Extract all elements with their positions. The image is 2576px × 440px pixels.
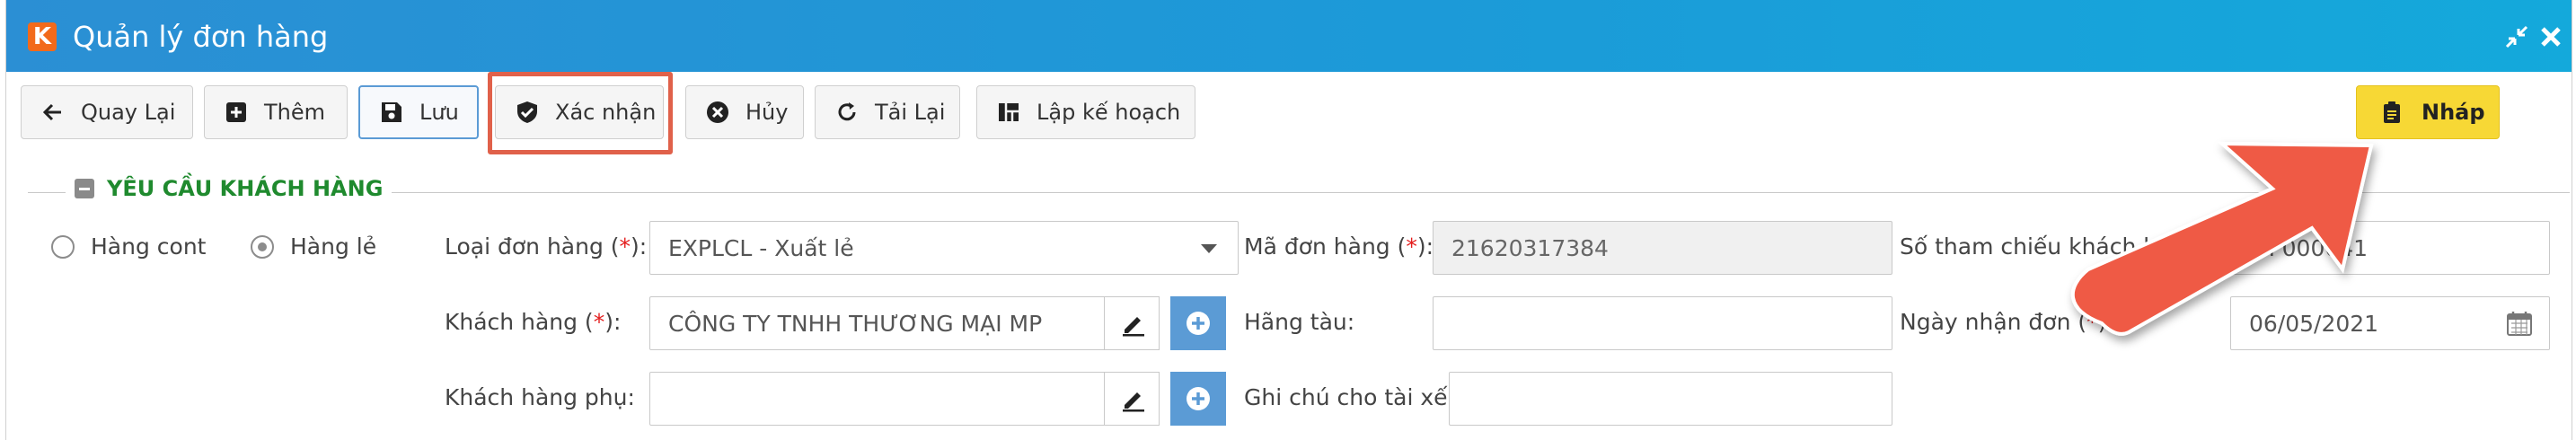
calendar-icon[interactable] bbox=[2506, 310, 2533, 337]
order-type-select[interactable]: EXPLCL - Xuất lẻ bbox=[649, 221, 1239, 275]
cancel-button[interactable]: Hủy bbox=[685, 85, 804, 139]
radio-hang-le-label: Hàng lẻ bbox=[290, 233, 377, 260]
title-bar: K Quản lý đơn hàng bbox=[6, 0, 2572, 72]
shipping-line-label: Hãng tàu: bbox=[1244, 309, 1355, 335]
confirm-highlight-box bbox=[488, 72, 673, 154]
received-date-label: Ngày nhận đơn (*): bbox=[1900, 309, 2114, 335]
shipping-line-input[interactable] bbox=[1433, 296, 1892, 350]
floppy-disk-icon bbox=[382, 102, 401, 122]
section-title: YÊU CẦU KHÁCH HÀNG bbox=[107, 176, 384, 201]
driver-note-input[interactable] bbox=[1449, 372, 1892, 426]
customer-ref-value: MP000041 bbox=[2249, 234, 2369, 261]
section-divider bbox=[28, 192, 2570, 193]
radio-hang-cont[interactable] bbox=[51, 235, 75, 259]
sub-customer-add-button[interactable] bbox=[1170, 372, 1226, 426]
close-icon[interactable] bbox=[2537, 23, 2564, 50]
order-code-label: Mã đơn hàng (*): bbox=[1244, 233, 1434, 260]
cancel-label: Hủy bbox=[745, 100, 789, 125]
plan-button[interactable]: Lập kế hoạch bbox=[976, 85, 1195, 139]
refresh-icon bbox=[838, 102, 856, 121]
add-button[interactable]: Thêm bbox=[204, 85, 348, 139]
received-date-value: 06/05/2021 bbox=[2249, 310, 2379, 337]
save-label: Lưu bbox=[419, 100, 459, 125]
chevron-down-icon bbox=[1201, 244, 1217, 253]
draft-label: Nháp bbox=[2422, 100, 2485, 125]
driver-note-label: Ghi chú cho tài xế: bbox=[1244, 384, 1455, 410]
back-label: Quay Lại bbox=[81, 100, 176, 125]
customer-label: Khách hàng (*): bbox=[445, 309, 622, 335]
layout-grid-icon bbox=[999, 103, 1019, 121]
reload-label: Tải Lại bbox=[875, 100, 946, 125]
plus-circle-icon bbox=[1187, 387, 1210, 410]
reload-button[interactable]: Tải Lại bbox=[815, 85, 960, 139]
save-button[interactable]: Lưu bbox=[358, 85, 479, 139]
radio-hang-cont-label: Hàng cont bbox=[91, 233, 207, 260]
sub-customer-input[interactable] bbox=[649, 372, 1106, 426]
customer-edit-button[interactable] bbox=[1104, 296, 1160, 350]
section-header[interactable]: YÊU CẦU KHÁCH HÀNG bbox=[66, 176, 393, 201]
sub-customer-edit-button[interactable] bbox=[1104, 372, 1160, 426]
radio-hang-le[interactable] bbox=[251, 235, 274, 259]
back-button[interactable]: Quay Lại bbox=[21, 85, 193, 139]
app-logo: K bbox=[28, 22, 57, 51]
arrow-left-icon bbox=[42, 103, 61, 121]
order-management-window: K Quản lý đơn hàng Quay Lại Thêm Lưu Xác… bbox=[5, 0, 2572, 440]
add-label: Thêm bbox=[264, 100, 326, 125]
window-title: Quản lý đơn hàng bbox=[73, 20, 329, 54]
order-type-label: Loại đơn hàng (*): bbox=[445, 233, 648, 260]
clipboard-icon bbox=[2384, 101, 2400, 123]
pencil-icon bbox=[1123, 317, 1144, 337]
customer-ref-input[interactable]: MP000041 bbox=[2230, 221, 2550, 275]
order-code-input[interactable]: 21620317384 bbox=[1433, 221, 1892, 275]
plus-square-icon bbox=[226, 102, 246, 122]
plus-circle-icon bbox=[1187, 312, 1210, 335]
x-circle-icon bbox=[707, 101, 728, 123]
plan-label: Lập kế hoạch bbox=[1037, 100, 1181, 125]
customer-add-button[interactable] bbox=[1170, 296, 1226, 350]
sub-customer-label: Khách hàng phụ: bbox=[445, 384, 635, 410]
order-type-value: EXPLCL - Xuất lẻ bbox=[668, 234, 854, 261]
customer-ref-label: Số tham chiếu khách hàng bbox=[1900, 233, 2201, 260]
minus-square-icon[interactable] bbox=[75, 179, 94, 198]
customer-value: CÔNG TY TNHH THƯƠNG MẠI MP bbox=[668, 310, 1043, 337]
customer-input[interactable]: CÔNG TY TNHH THƯƠNG MẠI MP bbox=[649, 296, 1106, 350]
collapse-icon[interactable] bbox=[2503, 23, 2530, 50]
draft-button[interactable]: Nháp bbox=[2356, 85, 2500, 139]
pencil-icon bbox=[1123, 392, 1144, 412]
received-date-input[interactable]: 06/05/2021 bbox=[2230, 296, 2550, 350]
order-code-value: 21620317384 bbox=[1451, 234, 1609, 261]
